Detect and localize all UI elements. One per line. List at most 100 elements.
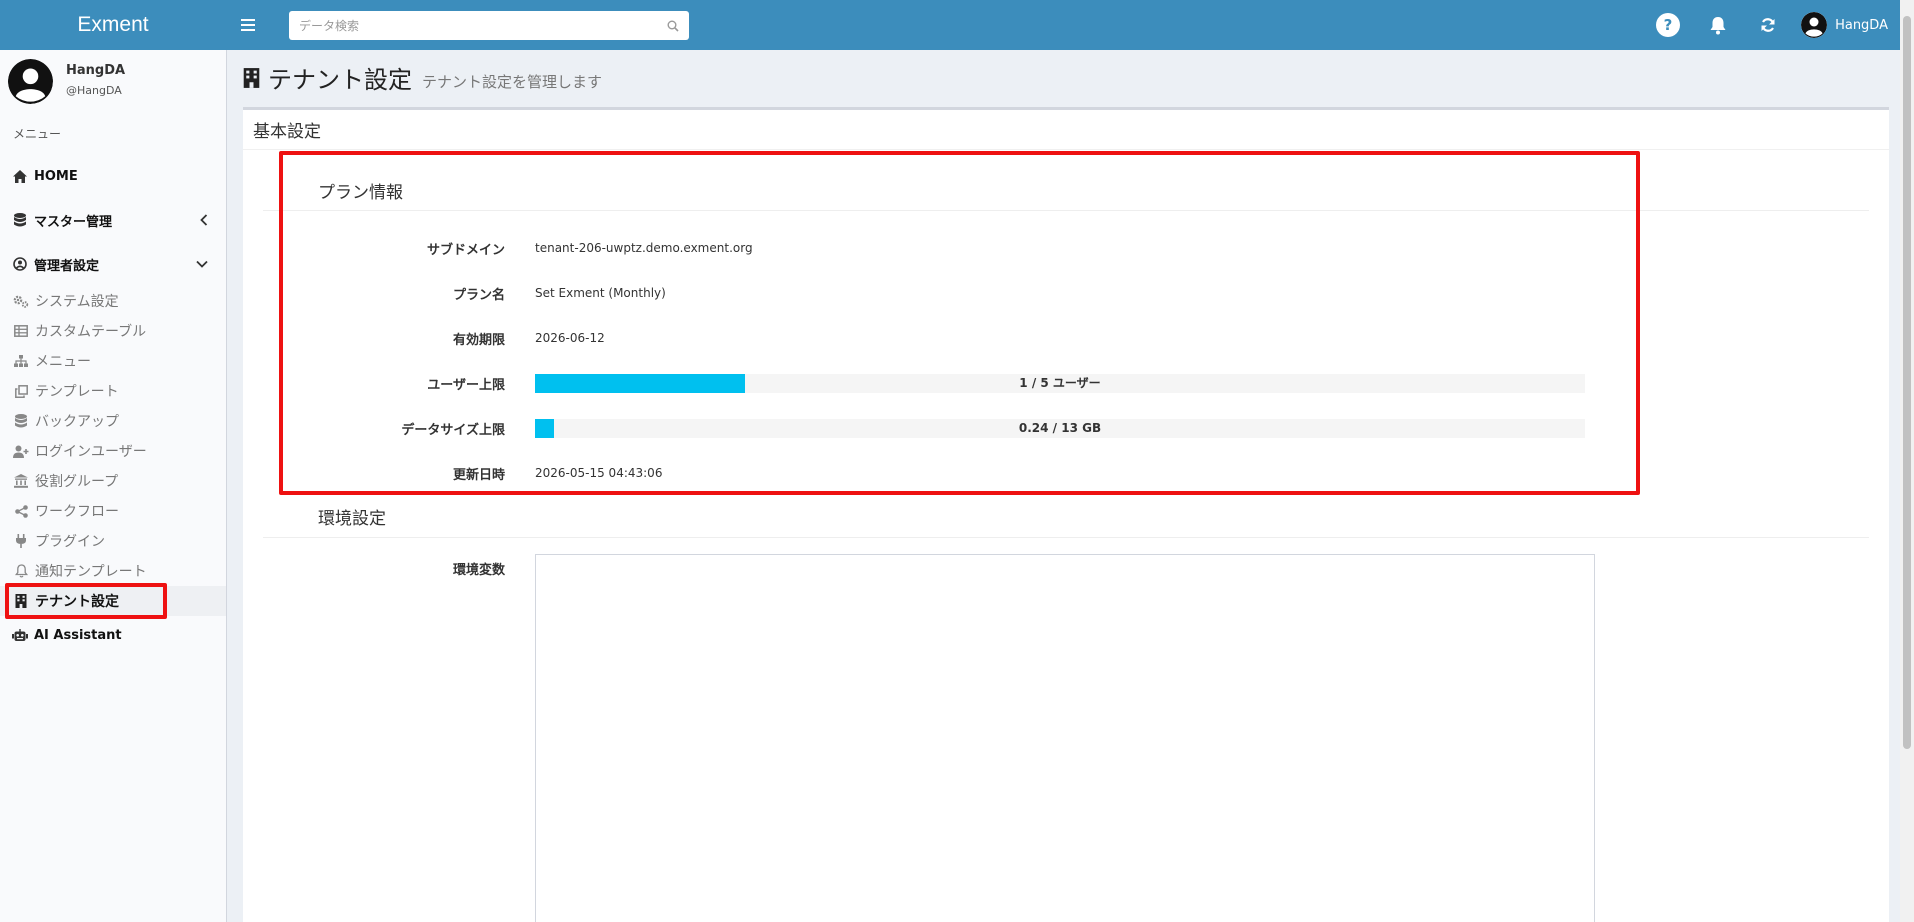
subdomain-value: tenant-206-uwptz.demo.exment.org [535,241,753,255]
refresh-icon [1761,18,1775,32]
sidebar-menu-header: メニュー [13,127,62,141]
sidebar-item-label: バックアップ [35,414,119,430]
clone-icon [13,384,29,398]
sidebar-item-tenant-settings[interactable]: テナント設定 [0,583,226,619]
sidebar-item-backup[interactable]: バックアップ [0,406,226,436]
section-divider [263,537,1869,538]
page-scrollbar[interactable] [1900,0,1914,922]
updated-label: 更新日時 [452,467,505,483]
bell-icon [1710,16,1726,34]
sidebar-item-label: 役割グループ [35,474,119,490]
chevron-left-icon [200,214,208,226]
sidebar-item-label: マスター管理 [34,214,113,230]
svg-text:?: ? [1664,16,1673,34]
search-icon[interactable] [667,20,679,32]
institution-icon [13,474,29,488]
sidebar-item-workflow[interactable]: ワークフロー [0,496,226,526]
robot-icon [12,628,28,642]
env-label: 環境変数 [452,562,505,578]
user-avatar-icon [8,59,53,104]
sidebar-item-home[interactable]: HOME [0,154,226,198]
expiry-label: 有効期限 [452,332,505,348]
env-section-title: 環境設定 [318,509,386,529]
sidebar-item-label: テンプレート [35,384,119,400]
sidebar-user-name: HangDA [66,63,126,78]
settings-box: 基本設定 プラン情報 サブドメイン tenant-206-uwptz.demo.… [243,107,1889,922]
chevron-down-icon [196,260,208,268]
avatar [1801,12,1828,38]
plan-section-title: プラン情報 [318,183,403,203]
plug-icon [13,534,29,548]
user-panel: HangDA @HangDA [0,50,226,115]
section-divider [263,210,1869,211]
sidebar-item-role-group[interactable]: 役割グループ [0,466,226,496]
user-avatar-icon [1801,12,1828,38]
env-textarea[interactable] [535,554,1595,922]
sidebar-user-handle: @HangDA [66,84,122,97]
sidebar-item-label: HOME [34,168,78,184]
sidebar-item-ai-assistant[interactable]: AI Assistant [0,616,226,654]
refresh-button[interactable] [1743,0,1793,50]
table-icon [13,325,29,337]
content-header: テナント設定 テナント設定を管理します [243,60,602,95]
sidebar-item-login-users[interactable]: ログインユーザー [0,436,226,466]
expiry-value: 2026-06-12 [535,331,605,345]
subdomain-label: サブドメイン [426,242,505,258]
sidebar-item-admin[interactable]: 管理者設定 [0,242,226,286]
page-title-text: テナント設定 [268,66,412,94]
user-plus-icon [13,445,29,458]
help-button[interactable]: ? [1643,0,1693,50]
page-subtitle: テナント設定を管理します [422,73,603,91]
updated-row: 更新日時 2026-05-15 04:43:06 [243,463,1889,483]
plan-name-row: プラン名 Set Exment (Monthly) [243,283,1889,303]
user-circle-icon [12,257,28,271]
sidebar-item-label: ログインユーザー [35,444,147,460]
box-title: 基本設定 [243,110,1889,150]
database-icon [13,414,29,428]
sitemap-icon [13,355,29,367]
sidebar-item-system-settings[interactable]: システム設定 [0,286,226,316]
scrollbar-thumb[interactable] [1903,16,1911,749]
sidebar-item-label: AI Assistant [34,627,122,643]
search-input[interactable] [299,18,667,33]
app-logo[interactable]: Exment [0,0,226,50]
header-user-name: HangDA [1835,17,1888,33]
sidebar-item-custom-table[interactable]: カスタムテーブル [0,316,226,346]
plan-name-label: プラン名 [452,287,505,303]
data-limit-label: データサイズ上限 [401,422,505,438]
search-box [289,11,689,40]
sidebar-item-menu[interactable]: メニュー [0,346,226,376]
sidebar-item-master[interactable]: マスター管理 [0,198,226,242]
user-limit-row: ユーザー上限 1 / 5 ユーザー [243,373,1889,393]
updated-value: 2026-05-15 04:43:06 [535,466,663,480]
plan-name-value: Set Exment (Monthly) [535,286,666,300]
page-title: テナント設定 [243,60,412,95]
share-alt-icon [13,504,29,518]
user-limit-progress: 1 / 5 ユーザー [535,373,1585,393]
top-navbar: Exment ? HangDA [0,0,1914,50]
user-limit-label: ユーザー上限 [427,377,505,393]
sidebar-item-label: 通知テンプレート [35,564,147,580]
sidebar: HangDA @HangDA メニュー HOME マスター管理 管理者設定 シス… [0,50,227,922]
data-limit-progress: 0.24 / 13 GB [535,418,1585,438]
sidebar-item-label: 管理者設定 [34,258,100,274]
sidebar-toggle-button[interactable] [226,0,270,50]
highlight-box [279,151,1640,495]
sidebar-item-label: システム設定 [35,294,119,310]
sidebar-item-plugin[interactable]: プラグイン [0,526,226,556]
sidebar-item-label: プラグイン [35,534,105,550]
sidebar-item-label: メニュー [35,354,91,370]
progress-text: 1 / 5 ユーザー [1019,375,1101,390]
home-icon [12,169,28,183]
expiry-row: 有効期限 2026-06-12 [243,328,1889,348]
sidebar-item-notify-template[interactable]: 通知テンプレート [0,556,226,586]
data-limit-row: データサイズ上限 0.24 / 13 GB [243,418,1889,438]
sidebar-item-label: テナント設定 [35,594,119,610]
sidebar-item-template[interactable]: テンプレート [0,376,226,406]
navbar-right: ? HangDA [1643,0,1888,50]
user-menu[interactable]: HangDA [1801,12,1888,38]
bell-icon [13,564,29,578]
cogs-icon [13,295,29,308]
building-icon [243,67,260,88]
notifications-button[interactable] [1693,0,1743,50]
